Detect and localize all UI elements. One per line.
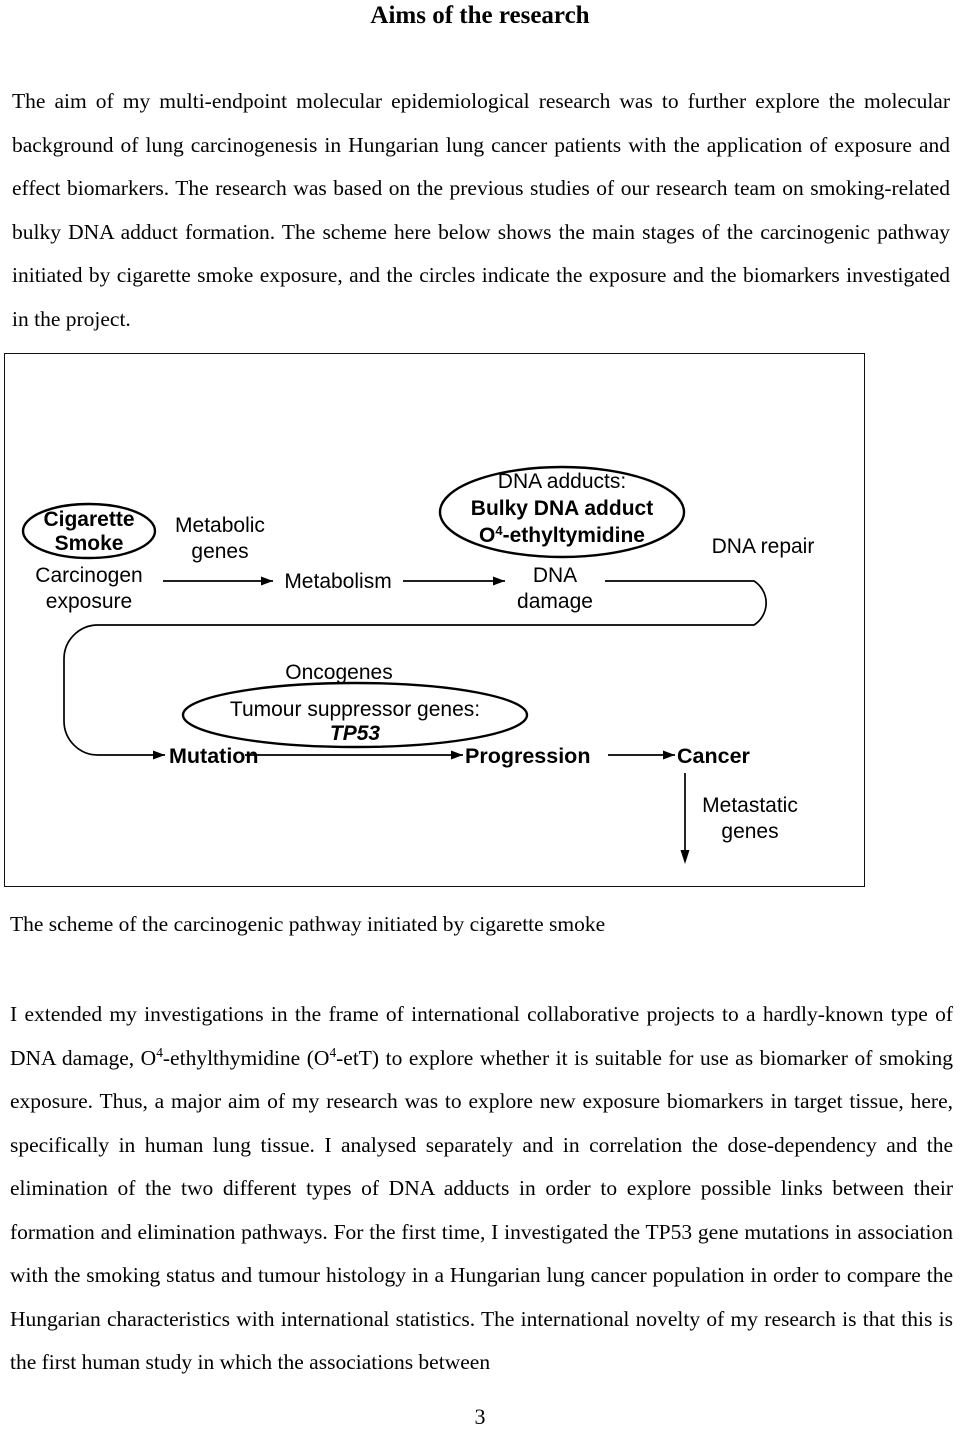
- node-dna-damage-line2: damage: [517, 590, 593, 613]
- carcinogenic-pathway-diagram: Cigarette Smoke Carcinogen exposure Meta…: [21, 465, 815, 864]
- node-dna-repair: DNA repair: [712, 535, 815, 558]
- node-cigarette-smoke-line2: Smoke: [55, 532, 124, 555]
- node-metabolic-genes-line1: Metabolic: [175, 514, 265, 537]
- node-cancer: Cancer: [677, 744, 751, 768]
- node-progression: Progression: [465, 744, 590, 768]
- node-bulky-dna-adduct: Bulky DNA adduct: [471, 497, 653, 520]
- node-metabolic-genes-line2: genes: [191, 540, 248, 563]
- node-dna-adducts-label: DNA adducts:: [498, 470, 626, 493]
- intro-paragraph: The aim of my multi-endpoint molecular e…: [12, 89, 950, 331]
- figure-caption: The scheme of the carcinogenic pathway i…: [10, 912, 606, 936]
- superscript-4-first: 4: [156, 1044, 163, 1060]
- node-carcinogen-exposure-line1: Carcinogen: [35, 564, 142, 587]
- node-oncogenes: Oncogenes: [285, 661, 392, 684]
- ethyltymidine-rest: -ethyltymidine: [503, 524, 645, 547]
- node-metastatic-genes-line2: genes: [721, 820, 778, 843]
- dna-repair-feedback-loop: [63, 580, 767, 760]
- page-number: 3: [474, 1404, 486, 1429]
- figure-container: Cigarette Smoke Carcinogen exposure Meta…: [4, 353, 865, 887]
- node-mutation: Mutation: [169, 744, 259, 768]
- arrow-metabolism-to-dna-damage: [403, 576, 505, 586]
- arrow-exposure-to-metabolism: [163, 576, 273, 586]
- page-title: Aims of the research: [370, 2, 590, 29]
- node-carcinogen-exposure-line2: exposure: [46, 590, 132, 613]
- node-cigarette-smoke-line1: Cigarette: [43, 508, 134, 531]
- node-dna-damage-line1: DNA: [533, 564, 577, 587]
- arrow-cancer-to-metastatic: [680, 773, 690, 864]
- ethyltymidine-prefix: O: [479, 524, 495, 547]
- document-page: Aims of the research The aim of my multi…: [0, 0, 960, 1448]
- body-paragraph: I extended my investigations in the fram…: [10, 993, 953, 1385]
- node-metastatic-genes-line1: Metastatic: [702, 794, 798, 817]
- node-tumour-suppressor-genes: Tumour suppressor genes:: [230, 698, 480, 721]
- body-text-part3: -etT) to explore whether it is suitable …: [10, 1045, 954, 1375]
- body-text-part2: -ethylthymidine (O: [162, 1045, 330, 1070]
- node-ethyltymidine: O4-ethyltymidine: [479, 523, 645, 547]
- node-metabolism: Metabolism: [284, 570, 391, 593]
- arrow-progression-to-cancer: [608, 750, 675, 760]
- arrow-mutation-to-progression: [245, 750, 463, 760]
- node-tp53: TP53: [330, 722, 381, 745]
